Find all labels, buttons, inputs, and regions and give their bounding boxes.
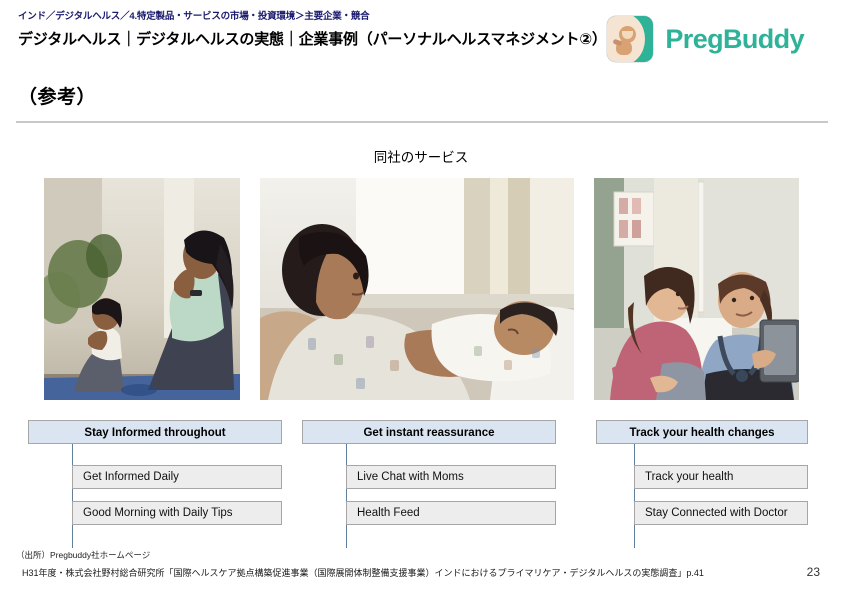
service-item-health-feed[interactable]: Health Feed — [346, 501, 556, 525]
column-connector-line — [634, 444, 635, 548]
column-header-instant-reassurance[interactable]: Get instant reassurance — [302, 420, 556, 444]
photo-row — [0, 178, 842, 400]
header-divider — [16, 121, 828, 123]
column-header-track-health-changes[interactable]: Track your health changes — [596, 420, 808, 444]
service-item-track-your-health[interactable]: Track your health — [634, 465, 808, 489]
pregbuddy-wordmark: PregBuddy — [665, 23, 804, 54]
column-header-stay-informed[interactable]: Stay Informed throughout — [28, 420, 282, 444]
doctor-consultation-photo — [594, 178, 799, 400]
pregbuddy-baby-icon — [607, 16, 654, 62]
service-item-get-informed-daily[interactable]: Get Informed Daily — [72, 465, 282, 489]
newborn-in-hospital-photo — [260, 178, 574, 400]
pregbuddy-logo: PregBuddy — [607, 16, 805, 62]
prenatal-yoga-photo — [44, 178, 240, 400]
page-number: 23 — [806, 565, 820, 579]
service-columns: Stay Informed throughout Get Informed Da… — [0, 420, 842, 550]
source-note: （出所）Pregbuddy社ホームページ — [16, 550, 151, 560]
page-title: デジタルヘルス｜デジタルヘルスの実態｜企業事例（パーソナルヘルスマネジメント②） — [18, 31, 607, 48]
content-subtitle: 同社のサービス — [373, 150, 469, 165]
service-item-stay-connected-with-doctor[interactable]: Stay Connected with Doctor — [634, 501, 808, 525]
service-column-instant-reassurance: Get instant reassurance Live Chat with M… — [302, 420, 556, 548]
service-item-live-chat-with-moms[interactable]: Live Chat with Moms — [346, 465, 556, 489]
column-connector-line — [346, 444, 347, 548]
service-column-track-health-changes: Track your health changes Track your hea… — [596, 420, 808, 548]
section-heading: （参考） — [18, 87, 97, 108]
column-connector-line — [72, 444, 73, 548]
service-column-stay-informed: Stay Informed throughout Get Informed Da… — [28, 420, 282, 548]
service-item-good-morning-tips[interactable]: Good Morning with Daily Tips — [72, 501, 282, 525]
report-footnote: H31年度・株式会社野村総合研究所「国際ヘルスケア拠点構築促進事業（国際展開体制… — [22, 568, 704, 578]
breadcrumb: インド／デジタルヘルス／4.特定製品・サービスの市場・投資環境＞主要企業・競合 — [18, 11, 370, 22]
